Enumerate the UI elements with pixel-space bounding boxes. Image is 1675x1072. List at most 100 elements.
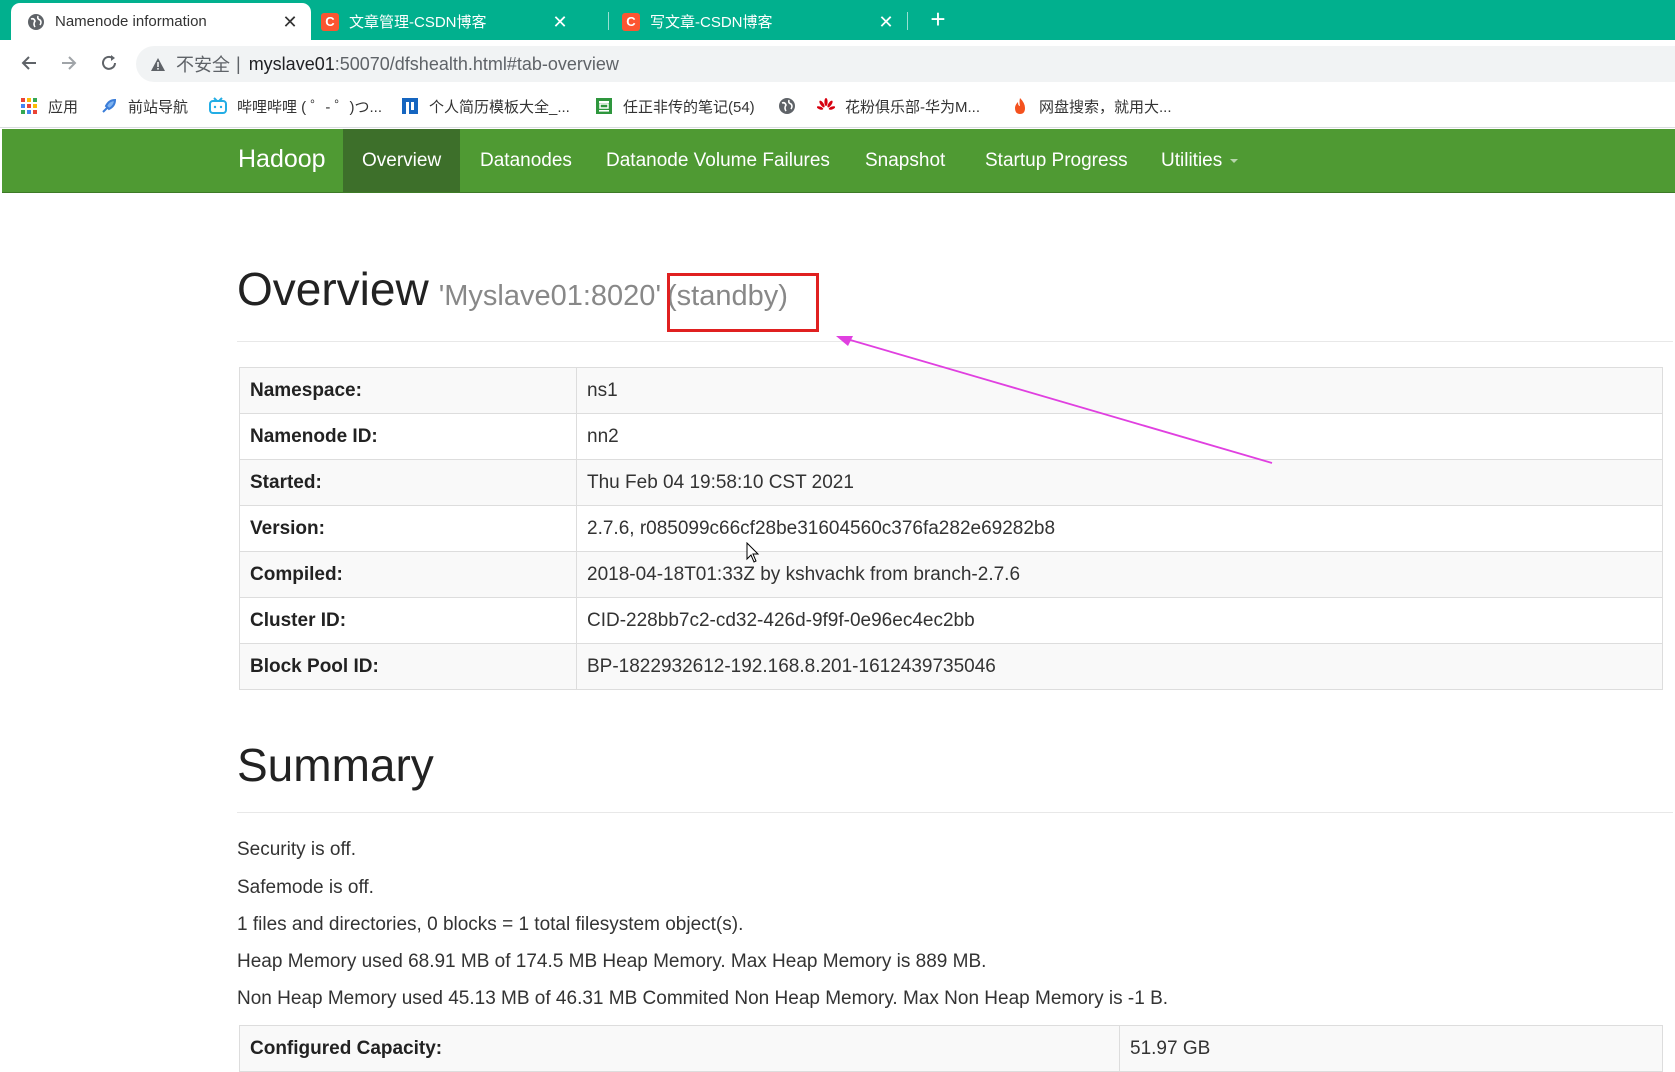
warning-icon — [150, 57, 166, 72]
tab-write-article[interactable]: C 写文章-CSDN博客 ✕ — [612, 3, 907, 40]
row-key: Configured Capacity: — [239, 1025, 1120, 1072]
caret-down-icon — [1230, 158, 1239, 163]
globe-icon — [27, 13, 45, 31]
row-key: Namespace: — [239, 367, 577, 414]
back-button[interactable] — [14, 48, 44, 78]
divider — [237, 812, 1673, 813]
browser-toolbar: 不安全 | myslave01 :50070/dfshealth.html#ta… — [0, 40, 1675, 86]
nav-overview[interactable]: Overview — [343, 129, 461, 192]
resume-icon — [401, 97, 419, 115]
tab-article-management[interactable]: C 文章管理-CSDN博客 ✕ — [311, 3, 581, 40]
globe-icon — [778, 97, 796, 115]
tab-title: 文章管理-CSDN博客 — [349, 14, 487, 31]
bookmark-apps[interactable]: 应用 — [20, 94, 78, 118]
douban-icon — [595, 97, 613, 115]
forward-button[interactable] — [54, 48, 84, 78]
nav-datanode-volume-failures[interactable]: Datanode Volume Failures — [587, 129, 849, 192]
bookmark-label: 网盘搜索，就用大... — [1039, 98, 1172, 116]
address-bar[interactable]: 不安全 | myslave01 :50070/dfshealth.html#ta… — [136, 46, 1675, 82]
close-tab-icon[interactable]: ✕ — [281, 13, 299, 31]
namenode-host: 'Myslave01:8020' — [438, 280, 661, 312]
summary-line-files: 1 files and directories, 0 blocks = 1 to… — [237, 914, 744, 935]
bookmark-label: 应用 — [48, 98, 79, 116]
table-row: Block Pool ID: BP-1822932612-192.168.8.20… — [239, 643, 1663, 690]
bookmark-huawei[interactable]: 花粉俱乐部-华为M... — [817, 94, 980, 118]
table-row: Started: Thu Feb 04 19:58:10 CST 2021 — [239, 459, 1663, 506]
arrow-right-icon — [62, 56, 77, 70]
row-key: Cluster ID: — [239, 597, 577, 644]
close-tab-icon[interactable]: ✕ — [551, 13, 569, 31]
address-separator: | — [236, 53, 241, 74]
url-host: myslave01 — [248, 53, 335, 74]
row-value: CID-228bb7c2-cd32-426d-9f9f-0e96ec4ec2bb — [576, 597, 1663, 644]
overview-heading: Overview — [237, 263, 429, 315]
tab-separator — [608, 12, 609, 30]
reload-icon — [102, 55, 116, 70]
apps-grid-icon — [20, 97, 38, 115]
bookmark-label: 哔哩哔哩 ( ゜- ゜)つ... — [237, 98, 382, 116]
close-tab-icon[interactable]: ✕ — [877, 13, 895, 31]
row-value: 2018-04-18T01:33Z by kshvachk from branc… — [576, 551, 1663, 598]
row-key: Compiled: — [239, 551, 577, 598]
browser-tab-strip: Namenode information ✕ C 文章管理-CSDN博客 ✕ C… — [0, 0, 1675, 40]
insecure-label[interactable]: 不安全 — [176, 51, 230, 77]
bookmark-nav[interactable]: 前站导航 — [100, 94, 188, 118]
row-key: Started: — [239, 459, 577, 506]
summary-line-nonheap: Non Heap Memory used 45.13 MB of 46.31 M… — [237, 988, 1169, 1009]
bilibili-icon — [209, 97, 227, 115]
row-key: Block Pool ID: — [239, 643, 577, 690]
fire-icon — [1011, 97, 1029, 115]
row-value: nn2 — [576, 413, 1663, 460]
reload-button[interactable] — [94, 48, 124, 78]
bookmarks-bar: 应用 前站导航 哔哩哔哩 ( ゜- ゜)つ... 个人简历模板大全_... 任正… — [0, 86, 1675, 128]
table-row: Configured Capacity: 51.97 GB — [239, 1025, 1663, 1072]
bookmark-resume[interactable]: 个人简历模板大全_... — [401, 94, 570, 118]
table-row: Namespace: ns1 — [239, 367, 1663, 414]
summary-table: Configured Capacity: 51.97 GB — [239, 1025, 1663, 1072]
table-row: Compiled: 2018-04-18T01:33Z by kshvachk f… — [239, 551, 1663, 598]
hadoop-brand[interactable]: Hadoop — [238, 145, 326, 174]
table-row: Cluster ID: CID-228bb7c2-cd32-426d-9f9f-0… — [239, 597, 1663, 644]
bookmark-bilibili[interactable]: 哔哩哔哩 ( ゜- ゜)つ... — [209, 94, 382, 118]
row-value: 2.7.6, r085099c66cf28be31604560c376fa282… — [576, 505, 1663, 552]
row-key: Version: — [239, 505, 577, 552]
bookmark-douban[interactable]: 任正非传的笔记(54) — [595, 94, 755, 118]
summary-line-safemode: Safemode is off. — [237, 877, 374, 898]
bookmark-label: 前站导航 — [128, 98, 189, 116]
huawei-icon — [817, 97, 835, 115]
tab-title: 写文章-CSDN博客 — [650, 14, 773, 31]
highlight-box — [667, 273, 819, 332]
overview-table: Namespace: ns1 Namenode ID: nn2 Started: Th… — [239, 367, 1663, 690]
bookmark-label: 花粉俱乐部-华为M... — [845, 98, 980, 116]
tab-namenode-information[interactable]: Namenode information ✕ — [11, 3, 311, 40]
divider — [237, 341, 1673, 342]
hadoop-navbar: Hadoop Overview Datanodes Datanode Volum… — [2, 129, 1675, 193]
summary-line-security: Security is off. — [237, 839, 356, 860]
nav-startup-progress[interactable]: Startup Progress — [966, 129, 1147, 192]
nav-utilities[interactable]: Utilities — [1142, 129, 1257, 192]
tab-title: Namenode information — [55, 13, 207, 30]
bookmark-globe[interactable] — [778, 94, 806, 118]
tab-separator — [907, 12, 908, 30]
rocket-icon — [100, 97, 118, 115]
row-value: Thu Feb 04 19:58:10 CST 2021 — [576, 459, 1663, 506]
new-tab-button[interactable]: + — [926, 6, 950, 32]
url-path: :50070/dfshealth.html#tab-overview — [334, 53, 619, 74]
nav-utilities-label: Utilities — [1161, 150, 1223, 171]
summary-heading: Summary — [237, 739, 434, 791]
row-value: ns1 — [576, 367, 1663, 414]
nav-datanodes[interactable]: Datanodes — [461, 129, 591, 192]
bookmark-label: 个人简历模板大全_... — [429, 98, 570, 116]
row-value: 51.97 GB — [1119, 1025, 1663, 1072]
row-key: Namenode ID: — [239, 413, 577, 460]
csdn-icon: C — [622, 12, 640, 31]
mouse-cursor-icon — [746, 542, 760, 563]
arrow-left-icon — [21, 56, 36, 70]
table-row: Version: 2.7.6, r085099c66cf28be31604560c… — [239, 505, 1663, 552]
summary-line-heap: Heap Memory used 68.91 MB of 174.5 MB He… — [237, 951, 987, 972]
table-row: Namenode ID: nn2 — [239, 413, 1663, 460]
nav-snapshot[interactable]: Snapshot — [846, 129, 964, 192]
csdn-icon: C — [321, 12, 339, 31]
bookmark-label: 任正非传的笔记(54) — [623, 98, 755, 116]
bookmark-pan-search[interactable]: 网盘搜索，就用大... — [1011, 94, 1172, 118]
